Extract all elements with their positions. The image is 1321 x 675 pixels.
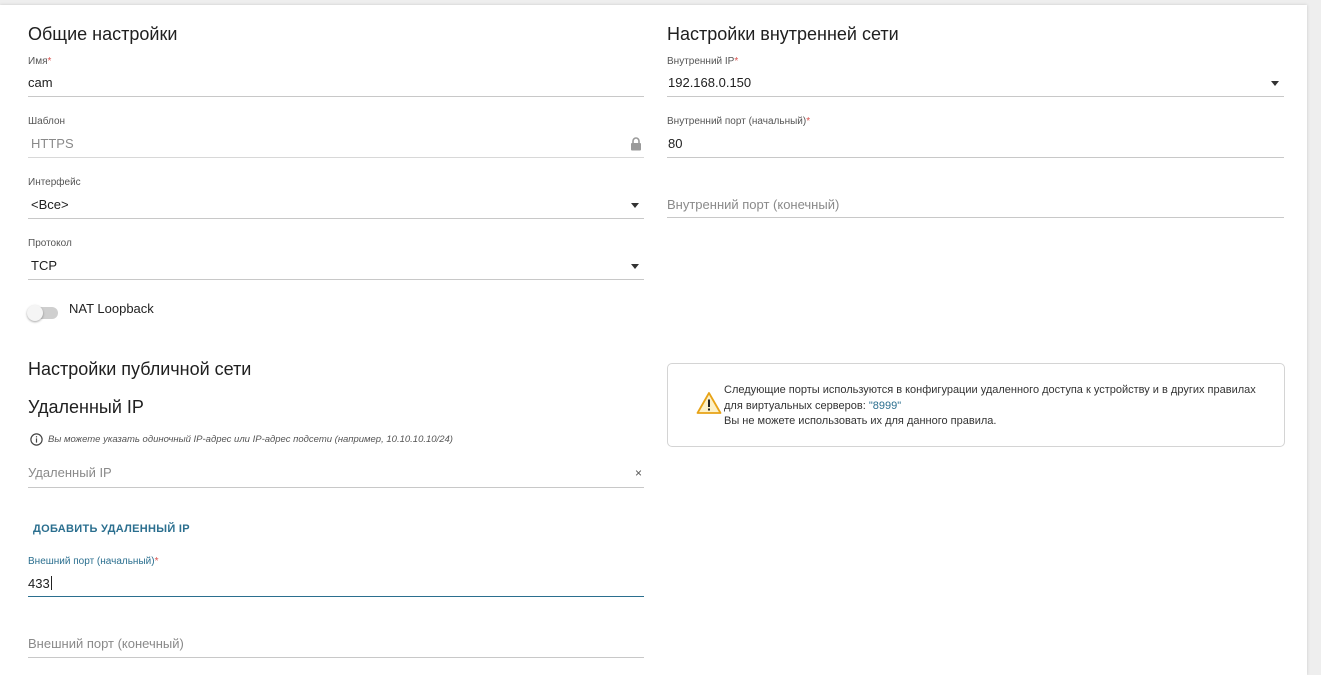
remote-ip-underline — [28, 487, 644, 488]
remote-ip-input[interactable]: Удаленный IP — [28, 465, 112, 480]
nat-loopback-toggle[interactable] — [27, 305, 58, 321]
internal-port-start-input[interactable]: 80 — [668, 136, 682, 151]
template-label: Шаблон — [28, 116, 66, 127]
port-conflict-notice: Следующие порты используются в конфигура… — [667, 363, 1285, 447]
internal-port-end-input[interactable]: Внутренний порт (конечный) — [667, 197, 839, 212]
ext-port-start-label: Внешний порт (начальный)* — [28, 556, 159, 567]
ext-port-start-underline — [28, 596, 644, 597]
chevron-down-icon[interactable] — [631, 203, 639, 208]
interface-underline — [28, 218, 644, 219]
general-settings-title: Общие настройки — [28, 24, 178, 44]
name-input[interactable]: cam — [28, 75, 53, 90]
internal-port-start-underline — [667, 157, 1284, 158]
template-field: HTTPS — [31, 136, 74, 151]
remote-ip-hint: Вы можете указать одиночный IP-адрес или… — [48, 434, 453, 445]
internal-ip-label: Внутренний IP* — [667, 56, 739, 67]
toggle-knob — [27, 305, 43, 321]
interface-select[interactable]: <Все> — [31, 197, 69, 212]
interface-label: Интерфейс — [28, 177, 81, 188]
ext-port-end-input[interactable]: Внешний порт (конечный) — [28, 636, 184, 651]
notice-text: Следующие порты используются в конфигура… — [724, 384, 1256, 427]
chevron-down-icon[interactable] — [631, 264, 639, 269]
text-cursor — [50, 576, 52, 590]
protocol-select[interactable]: TCP — [31, 258, 57, 273]
warning-icon — [696, 392, 722, 414]
ext-port-start-input[interactable]: 433 — [28, 576, 52, 591]
chevron-down-icon[interactable] — [1271, 81, 1279, 86]
add-remote-ip-button[interactable]: ДОБАВИТЬ УДАЛЕННЫЙ IP — [33, 523, 190, 535]
public-settings-title: Настройки публичной сети — [28, 359, 252, 379]
ports-value: "8999" — [868, 399, 902, 412]
clear-icon[interactable]: × — [635, 466, 642, 480]
internal-settings-title: Настройки внутренней сети — [667, 24, 899, 44]
internal-ip-select[interactable]: 192.168.0.150 — [668, 75, 751, 90]
template-underline — [28, 157, 644, 158]
settings-card: Общие настройки Имя* cam Шаблон HTTPS Ин… — [0, 5, 1307, 675]
internal-port-end-underline — [667, 217, 1284, 218]
ext-port-end-underline — [28, 657, 644, 658]
remote-ip-title: Удаленный IP — [28, 397, 144, 417]
protocol-label: Протокол — [28, 238, 72, 249]
name-underline — [28, 96, 644, 97]
info-icon — [30, 433, 43, 446]
internal-ip-underline — [667, 96, 1284, 97]
name-label: Имя* — [28, 56, 52, 67]
internal-port-start-label: Внутренний порт (начальный)* — [667, 116, 811, 127]
nat-loopback-label: NAT Loopback — [69, 301, 154, 316]
lock-icon — [631, 137, 641, 151]
protocol-underline — [28, 279, 644, 280]
